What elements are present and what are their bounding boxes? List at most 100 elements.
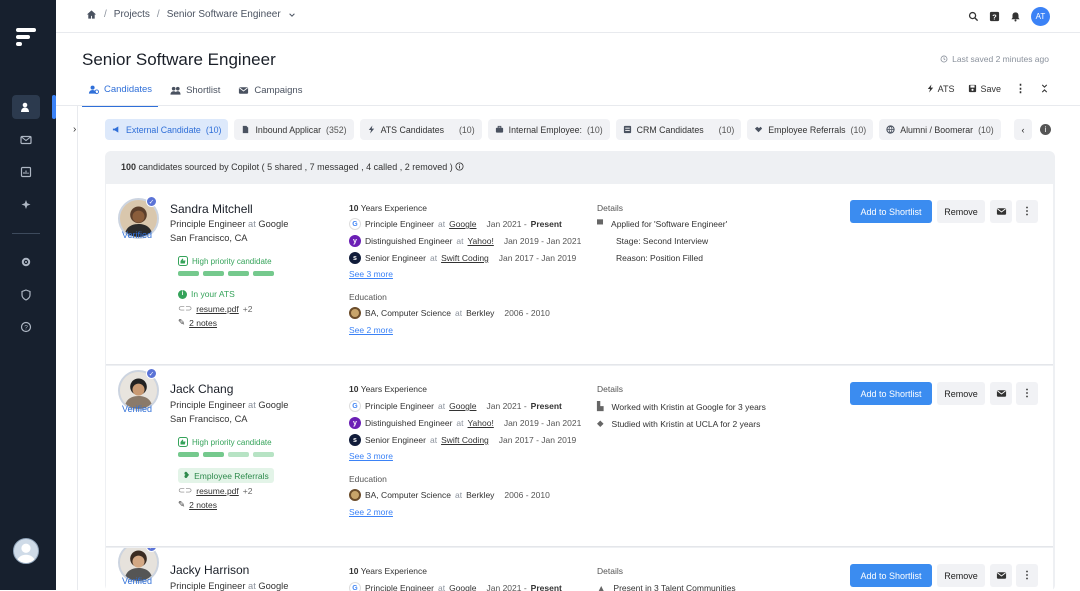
analytics-nav-icon[interactable] — [12, 160, 40, 184]
resume-link[interactable]: ⊂⊃ resume.pdf +2 — [178, 485, 252, 496]
shield-nav-icon[interactable] — [12, 283, 40, 307]
briefcase-icon — [495, 125, 503, 133]
bell-icon[interactable] — [1010, 11, 1021, 22]
user-avatar[interactable] — [13, 538, 39, 564]
ats-button[interactable]: ATS — [926, 84, 954, 94]
help-icon[interactable]: ? — [989, 11, 1000, 22]
more-vertical-icon[interactable]: ⋮ — [1015, 82, 1026, 95]
page-title: Senior Software Engineer — [82, 50, 276, 69]
filter-inbound-applicants[interactable]: Inbound Applicar (352) — [234, 119, 354, 140]
yahoo-logo-icon: y — [349, 235, 361, 247]
verified-label: Verified — [122, 576, 153, 586]
filter-label: External Candidate — [126, 124, 201, 135]
pencil-icon: ✎ — [178, 499, 186, 509]
mail-icon — [239, 87, 249, 94]
chevron-down-icon[interactable] — [288, 11, 296, 19]
info-badge-icon: i — [178, 289, 187, 299]
remove-button[interactable]: Remove — [937, 200, 985, 223]
candidate-name[interactable]: Sandra Mitchell — [170, 202, 253, 216]
link-icon: ⊂⊃ — [178, 303, 193, 313]
priority-bars — [178, 271, 274, 276]
thumbs-up-icon — [178, 437, 188, 447]
experience-title: 10 Years Experience — [349, 566, 427, 576]
see-more-experience-link[interactable]: See 3 more — [349, 451, 393, 461]
tabs: Candidates Shortlist Campaigns — [82, 80, 314, 107]
filter-label: Alumni / Boomerar — [900, 124, 974, 135]
more-options-button[interactable]: ⋮ — [1016, 200, 1038, 223]
sparkle-nav-icon[interactable] — [12, 193, 40, 217]
candidate-name[interactable]: Jack Chang — [170, 382, 233, 396]
info-outline-icon[interactable] — [455, 162, 464, 171]
mail-nav-icon[interactable] — [12, 128, 40, 152]
save-button[interactable]: Save — [968, 84, 1001, 94]
filter-internal-employees[interactable]: Internal Employee: (10) — [487, 119, 610, 140]
tab-campaigns[interactable]: Campaigns — [232, 80, 308, 107]
berkeley-logo-icon — [349, 307, 361, 319]
remove-button[interactable]: Remove — [937, 382, 985, 405]
help-nav-icon[interactable]: ? — [12, 315, 40, 339]
main-area: / Projects / Senior Software Engineer ? … — [56, 0, 1080, 591]
filter-employee-referrals[interactable]: Employee Referrals (10) — [747, 119, 874, 140]
document-icon — [243, 125, 249, 134]
header-divider — [56, 105, 1080, 106]
see-more-experience-link[interactable]: See 3 more — [349, 269, 393, 279]
priority-label: High priority candidate — [178, 437, 272, 447]
filter-alumni-boomerang[interactable]: Alumni / Boomerar (10) — [879, 119, 1001, 140]
google-logo-icon: G — [349, 218, 361, 230]
mail-icon — [996, 208, 1006, 215]
add-to-shortlist-button[interactable]: Add to Shortlist — [850, 382, 932, 405]
verified-label: Verified — [122, 230, 153, 240]
svg-text:?: ? — [24, 324, 28, 331]
breadcrumb-current[interactable]: Senior Software Engineer — [167, 9, 281, 20]
yahoo-logo-icon: y — [349, 417, 361, 429]
ats-tag: i In your ATS — [178, 289, 235, 299]
google-logo-icon: G — [349, 400, 361, 412]
filter-external-candidate[interactable]: External Candidate (10) — [105, 119, 229, 140]
see-more-education-link[interactable]: See 2 more — [349, 507, 393, 517]
add-to-shortlist-button[interactable]: Add to Shortlist — [850, 200, 932, 223]
home-icon[interactable] — [86, 9, 97, 20]
thumbs-up-icon — [178, 256, 188, 266]
expand-panel-chevron-icon[interactable]: › — [73, 124, 76, 135]
notes-link[interactable]: ✎ 2 notes — [178, 317, 217, 328]
link-icon: ⊂⊃ — [178, 485, 193, 495]
filter-label: Inbound Applicar — [255, 124, 322, 135]
tab-shortlist[interactable]: Shortlist — [164, 80, 226, 107]
collapse-icon[interactable] — [1040, 84, 1049, 93]
user-initials-avatar[interactable]: AT — [1031, 7, 1050, 26]
more-options-button[interactable]: ⋮ — [1016, 564, 1038, 587]
detail-row: ▙ Worked with Kristin at Google for 3 ye… — [597, 401, 766, 412]
filters-scroll-left-icon[interactable]: ‹ — [1014, 119, 1032, 140]
remove-button[interactable]: Remove — [937, 564, 985, 587]
filter-label: ATS Candidates — [380, 124, 444, 135]
settings-nav-icon[interactable] — [12, 250, 40, 274]
search-icon[interactable] — [968, 11, 979, 22]
see-more-education-link[interactable]: See 2 more — [349, 325, 393, 335]
app-logo[interactable] — [16, 28, 38, 48]
verified-check-icon: ✓ — [146, 196, 157, 207]
tab-candidates[interactable]: Candidates — [82, 80, 159, 107]
breadcrumb-projects[interactable]: Projects — [114, 9, 150, 20]
detail-row: ▀ Applied for 'Software Engineer' — [597, 219, 728, 229]
experience-row: s Senior Engineer at Swift Coding Jan 2017… — [349, 434, 576, 446]
experience-row: G Principle Engineer at Google Jan 2021 - … — [349, 218, 562, 230]
email-button[interactable] — [990, 200, 1012, 223]
more-options-button[interactable]: ⋮ — [1016, 382, 1038, 405]
add-to-shortlist-button[interactable]: Add to Shortlist — [850, 564, 932, 587]
lightning-icon — [927, 84, 933, 93]
candidate-name[interactable]: Jacky Harrison — [170, 563, 249, 577]
tab-label: Campaigns — [254, 85, 303, 96]
education-title: Education — [349, 292, 387, 302]
sourcing-summary: 100 candidates sourced by Copilot ( 5 sh… — [121, 162, 464, 172]
filter-count: (352) — [326, 124, 347, 135]
filter-crm-candidates[interactable]: CRM Candidates (10) — [615, 119, 742, 140]
notes-link[interactable]: ✎ 2 notes — [178, 499, 217, 510]
candidates-nav-icon[interactable] — [12, 95, 40, 119]
filter-ats-candidates[interactable]: ATS Candidates (10) — [359, 119, 482, 140]
email-button[interactable] — [990, 382, 1012, 405]
filter-label: Employee Referrals — [768, 124, 846, 135]
info-icon[interactable]: i — [1040, 124, 1051, 135]
email-button[interactable] — [990, 564, 1012, 587]
resume-link[interactable]: ⊂⊃ resume.pdf +2 — [178, 303, 252, 314]
pencil-icon: ✎ — [178, 317, 186, 327]
